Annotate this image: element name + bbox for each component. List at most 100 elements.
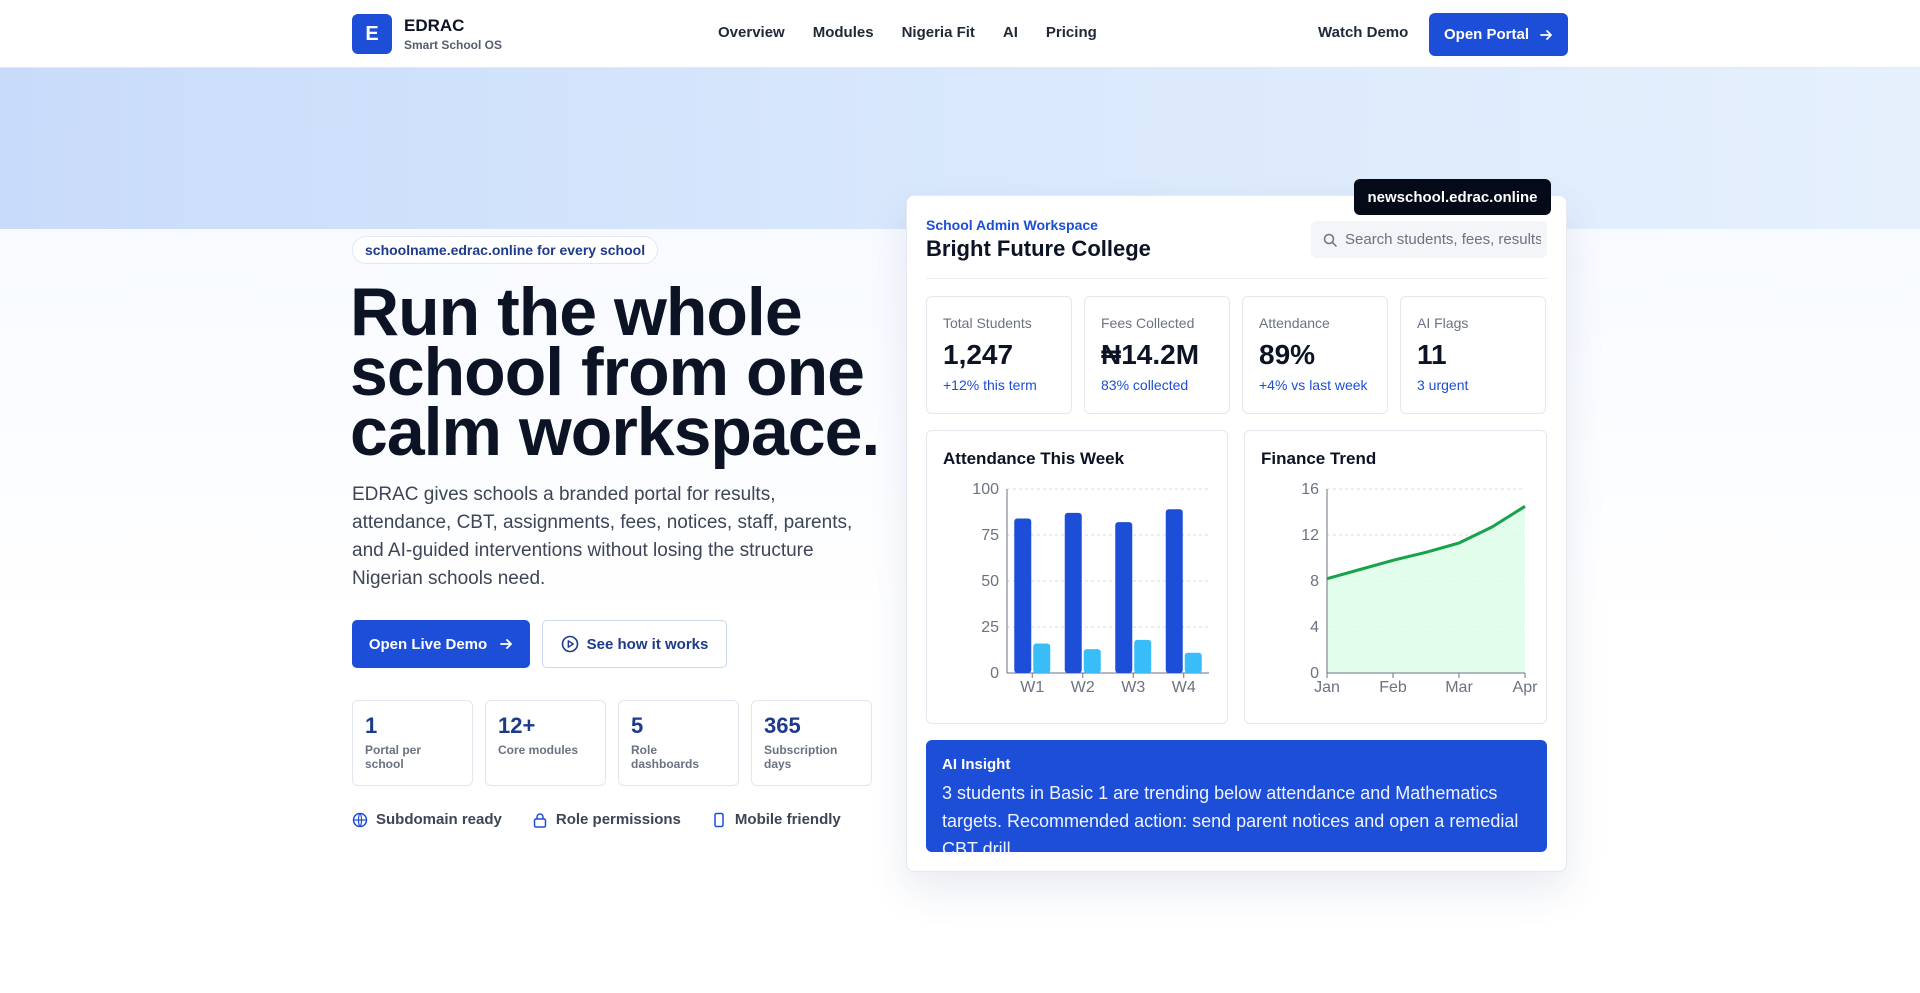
x-tick-label: W2 <box>1071 679 1095 696</box>
stat-card: 1 Portal per school <box>352 700 473 786</box>
finance-trend-chart: 0481216Jan Feb Mar Apr <box>1301 481 1539 696</box>
open-portal-label: Open Portal <box>1443 26 1529 43</box>
watch-demo-link[interactable]: Watch Demo <box>1318 24 1408 41</box>
kpi-label: Attendance <box>1259 315 1330 331</box>
kpi-label: Total Students <box>943 315 1032 331</box>
chart-title: Finance Trend <box>1261 449 1377 468</box>
dashboard-search[interactable] <box>1311 221 1547 258</box>
bar <box>1134 639 1152 673</box>
hero-description: EDRAC gives schools a branded portal for… <box>352 484 853 589</box>
open-portal-button[interactable]: Open Portal <box>1429 13 1568 56</box>
x-tick-label: W4 <box>1172 679 1196 696</box>
stat-card: 5 Role dashboards <box>618 700 739 786</box>
domain-badge: newschool.edrac.online <box>1354 179 1551 215</box>
open-live-demo-button[interactable]: Open Live Demo <box>352 620 530 668</box>
nav-ai[interactable]: AI <box>1003 24 1018 41</box>
feature-subdomain: Subdomain ready <box>352 811 502 828</box>
lock-icon <box>533 812 547 828</box>
workspace-label: School Admin Workspace <box>926 217 1098 233</box>
kpi-value: 89% <box>1259 339 1316 370</box>
y-tick-label: 100 <box>972 481 999 498</box>
chart-title: Attendance This Week <box>943 449 1125 468</box>
x-tick-label: Apr <box>1513 679 1539 696</box>
finance-chart-card: 0 4 8 12 16 Jan Feb Mar Apr Finance Trend <box>1244 430 1547 724</box>
ai-insight-panel: AI Insight 3 students in Basic 1 are tre… <box>926 740 1547 859</box>
x-tick-label: Jan <box>1314 679 1340 696</box>
kpi-delta: +4% vs last week <box>1259 377 1368 393</box>
see-how-it-works-label: See how it works <box>586 635 709 653</box>
stat-label: Portal per school <box>365 743 422 771</box>
stat-label: Subscription days <box>764 743 838 771</box>
arrow-right-icon <box>500 639 513 649</box>
nav-modules[interactable]: Modules <box>813 24 874 41</box>
y-tick-label: 8 <box>1310 573 1319 590</box>
hero-stats: 1 Portal per school 12+ Core modules 5 R… <box>352 700 872 786</box>
x-tick-label: W1 <box>1020 679 1044 696</box>
y-tick-label: 50 <box>981 573 999 590</box>
y-tick-label: 0 <box>990 665 999 682</box>
feature-list: Subdomain ready Role permissions Mobile … <box>352 811 841 828</box>
bar <box>1184 652 1202 673</box>
stat-label: Core modules <box>498 743 579 757</box>
x-tick-label: Mar <box>1445 679 1473 696</box>
kpi-card-total-students: Total Students 1,247 +12% this term <box>926 296 1072 414</box>
kpi-delta: 3 urgent <box>1417 377 1469 393</box>
insight-text: 3 students in Basic 1 are trending below… <box>942 783 1519 859</box>
attendance-chart-card: 0 25 50 75 100 W1 W2 W3 W4 Attendance This Week <box>926 430 1228 724</box>
arrow-right-icon <box>1540 29 1552 40</box>
stat-value: 1 <box>365 713 378 738</box>
kpi-card-fees-collected: Fees Collected ₦14.2M 83% collected <box>1084 296 1230 414</box>
search-icon <box>1323 233 1337 247</box>
y-tick-label: 4 <box>1310 619 1319 636</box>
kpi-label: Fees Collected <box>1101 315 1195 331</box>
stat-value: 365 <box>764 713 801 738</box>
x-tick-label: Feb <box>1379 679 1407 696</box>
feature-permissions: Role permissions <box>532 811 681 828</box>
stat-value: 12+ <box>498 713 536 738</box>
nav-overview[interactable]: Overview <box>718 24 785 41</box>
play-circle-icon <box>561 635 578 653</box>
brand-logo[interactable]: E <box>352 14 392 54</box>
stat-card: 365 Subscription days <box>751 700 872 786</box>
stat-label: Role dashboards <box>631 743 700 771</box>
divider <box>926 278 1547 279</box>
bar <box>1014 518 1032 673</box>
kpi-card-attendance: Attendance 89% +4% vs last week <box>1242 296 1388 414</box>
subdomain-pill: schoolname.edrac.online for every school <box>352 236 659 264</box>
bar <box>1165 509 1183 673</box>
see-how-it-works-button[interactable]: See how it works <box>542 620 727 668</box>
hero-headline: Run the whole school from one calm works… <box>350 274 880 470</box>
y-tick-label: 25 <box>981 619 999 636</box>
bar <box>1064 512 1082 673</box>
x-tick-label: W3 <box>1121 679 1145 696</box>
bar <box>1115 522 1133 673</box>
main-nav: Overview Modules Nigeria Fit AI Pricing <box>718 24 1125 41</box>
bar <box>1083 649 1101 673</box>
kpi-value: 1,247 <box>943 339 1014 370</box>
y-tick-label: 12 <box>1301 527 1319 544</box>
y-tick-label: 16 <box>1301 481 1319 498</box>
brand-tagline: Smart School OS <box>404 38 503 52</box>
kpi-value: ₦14.2M <box>1101 339 1200 370</box>
kpi-delta: +12% this term <box>943 377 1037 393</box>
feature-label: Mobile friendly <box>734 811 841 828</box>
nav-pricing[interactable]: Pricing <box>1046 24 1097 41</box>
brand-name[interactable]: EDRAC <box>404 16 464 36</box>
stat-card: 12+ Core modules <box>485 700 606 786</box>
kpi-card-ai-flags: AI Flags 11 3 urgent <box>1400 296 1546 414</box>
attendance-bar-chart: 0 25 50 75 100 W1 W2 W3 W4 <box>972 481 1209 696</box>
feature-label: Role permissions <box>555 811 681 828</box>
school-name: Bright Future College <box>926 236 1151 261</box>
search-input[interactable] <box>1345 231 1541 248</box>
globe-icon <box>352 812 368 827</box>
kpi-label: AI Flags <box>1417 315 1469 331</box>
top-header: E EDRAC Smart School OS Overview Modules… <box>0 0 1920 68</box>
area-fill <box>1327 506 1525 673</box>
nav-nigeria-fit[interactable]: Nigeria Fit <box>902 24 975 41</box>
stat-value: 5 <box>631 713 644 738</box>
open-live-demo-label: Open Live Demo <box>368 635 488 653</box>
kpi-delta: 83% collected <box>1101 377 1189 393</box>
feature-mobile: Mobile friendly <box>711 811 841 828</box>
insight-title: AI Insight <box>942 756 1011 773</box>
phone-icon <box>714 812 724 827</box>
